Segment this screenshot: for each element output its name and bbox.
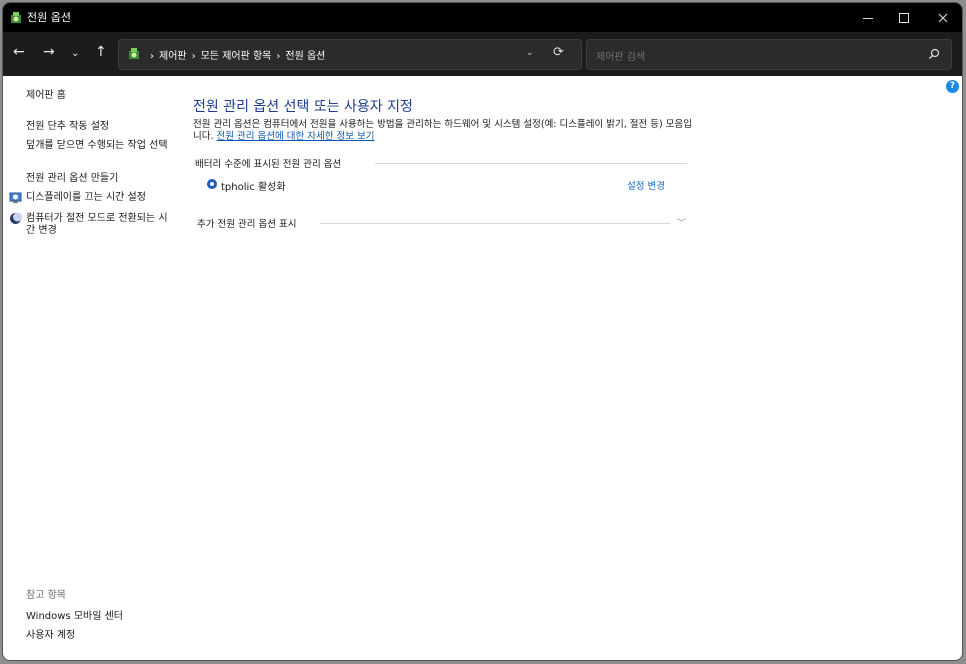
- sleep-time-link[interactable]: 컴퓨터가 절전 모드로 전환되는 시간 변경: [26, 213, 171, 237]
- breadcrumb: › 제어판 › 모든 제어판 항목 › 전원 옵션: [145, 47, 325, 62]
- battery-plans-group-label: 배터리 수준에 표시된 전원 관리 옵션: [195, 159, 342, 170]
- group-divider: [375, 163, 687, 164]
- lid-close-action-link[interactable]: 덮개를 닫으면 수행되는 작업 선택: [26, 140, 171, 152]
- breadcrumb-separator: ›: [150, 51, 154, 62]
- search-placeholder[interactable]: 제어판 검색: [596, 48, 645, 63]
- power-options-app-icon: [11, 12, 21, 23]
- close-button[interactable]: [924, 3, 962, 32]
- display-off-icon: [9, 192, 22, 203]
- control-panel-home-link[interactable]: 제어판 홈: [26, 90, 171, 102]
- control-panel-icon: [129, 48, 139, 59]
- user-accounts-link[interactable]: 사용자 계정: [26, 630, 171, 642]
- recent-locations-button[interactable]: ⌄: [71, 46, 79, 62]
- page-description: 전원 관리 옵션은 컴퓨터에서 전원을 사용하는 방법을 관리하는 하드웨어 및…: [193, 119, 693, 143]
- breadcrumb-separator: ›: [191, 51, 196, 62]
- forward-button[interactable]: →: [43, 44, 55, 60]
- navigation-bar: ← → ⌄ ↑ › 제어판 › 모든 제어판 항목 › 전원 옵션 ⌄ ⟳ 제어판 검색: [3, 32, 962, 76]
- up-button[interactable]: ↑: [95, 44, 107, 60]
- chevron-down-icon[interactable]: ﹀: [677, 216, 686, 229]
- search-icon[interactable]: [927, 47, 941, 61]
- address-dropdown-icon[interactable]: ⌄: [526, 48, 534, 58]
- address-bar[interactable]: › 제어판 › 모든 제어판 항목 › 전원 옵션 ⌄ ⟳: [118, 39, 582, 70]
- close-icon: [938, 13, 948, 23]
- help-icon[interactable]: ?: [946, 80, 959, 93]
- refresh-button[interactable]: ⟳: [553, 45, 564, 60]
- page-title: 전원 관리 옵션 선택 또는 사용자 지정: [193, 99, 413, 115]
- breadcrumb-separator: ›: [276, 51, 281, 62]
- minimize-button[interactable]: [849, 3, 887, 32]
- plan-name-label[interactable]: tpholic 활성화: [221, 178, 286, 193]
- title-bar: 전원 옵션: [3, 3, 962, 32]
- search-box[interactable]: 제어판 검색: [586, 39, 952, 70]
- task-pane: 제어판 홈 전원 단추 작동 설정 덮개를 닫으면 수행되는 작업 선택 전원 …: [3, 76, 178, 660]
- display-off-time-link[interactable]: 디스플레이를 끄는 시간 설정: [26, 192, 171, 204]
- power-button-settings-link[interactable]: 전원 단추 작동 설정: [26, 121, 171, 133]
- plan-radio-button[interactable]: [207, 179, 217, 189]
- sleep-moon-icon: [10, 212, 22, 224]
- additional-plans-divider: [320, 223, 670, 224]
- maximize-icon: [899, 13, 909, 23]
- create-power-plan-link[interactable]: 전원 관리 옵션 만들기: [26, 173, 171, 185]
- back-button[interactable]: ←: [13, 44, 25, 60]
- breadcrumb-all-items[interactable]: 모든 제어판 항목: [201, 51, 272, 62]
- show-additional-plans-label[interactable]: 추가 전원 관리 옵션 표시: [197, 216, 296, 230]
- window-title: 전원 옵션: [27, 11, 71, 24]
- breadcrumb-control-panel[interactable]: 제어판: [159, 51, 187, 62]
- maximize-button[interactable]: [885, 3, 923, 32]
- mobility-center-link[interactable]: Windows 모바일 센터: [26, 611, 171, 623]
- minimize-icon: [863, 18, 873, 19]
- change-plan-settings-link[interactable]: 설정 변경: [627, 178, 665, 192]
- more-info-link[interactable]: 전원 관리 옵션에 대한 자세한 정보 보기: [217, 131, 375, 142]
- see-also-heading: 참고 항목: [26, 590, 66, 601]
- breadcrumb-power-options[interactable]: 전원 옵션: [285, 51, 325, 62]
- power-options-window: 전원 옵션 ← → ⌄ ↑ › 제어판 › 모든 제어판 항목 › 전원 옵션 ⌄ ⟳ 제…: [3, 3, 962, 660]
